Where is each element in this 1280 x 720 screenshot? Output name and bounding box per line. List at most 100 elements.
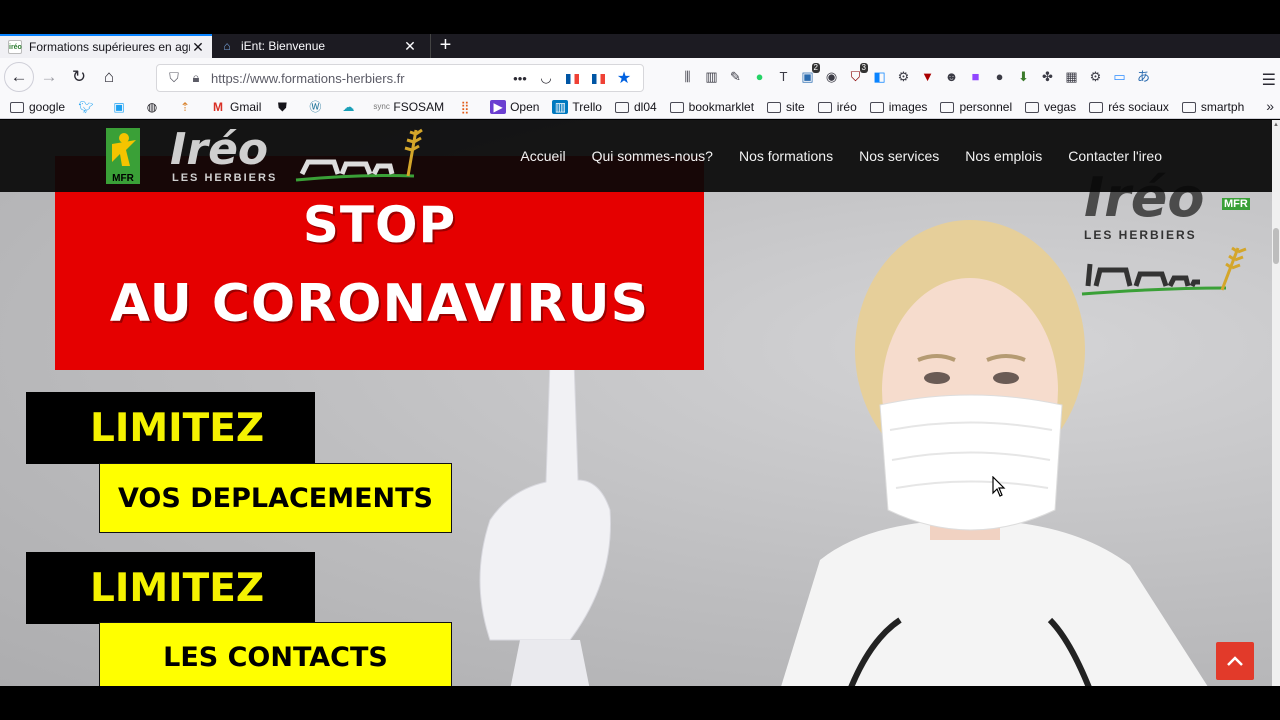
home-button[interactable]: ⌂ (94, 62, 124, 92)
bookmark-dl04[interactable]: dl04 (614, 100, 657, 114)
tab-ient[interactable]: ⌂ iEnt: Bienvenue ✕ (212, 34, 424, 58)
bookmark-label: iréo (836, 100, 857, 114)
close-icon[interactable]: ✕ (402, 38, 418, 55)
avatar-icon[interactable]: ● (988, 66, 1011, 88)
more-actions-icon[interactable]: ••• (507, 71, 533, 86)
bookmark-open[interactable]: ▶ Open (490, 100, 539, 114)
screen: iréo Formations supérieures en agri ✕ ⌂ … (0, 0, 1280, 720)
limitez-label: LIMITEZ (26, 552, 315, 624)
translate-icon[interactable]: あ (1132, 66, 1155, 88)
open-icon: ▶ (490, 100, 507, 114)
tab-formations[interactable]: iréo Formations supérieures en agri ✕ (0, 34, 212, 58)
animals-wheat-icon (295, 128, 423, 182)
page-scrollbar[interactable]: ▲ (1272, 120, 1280, 686)
bookmark-personnel[interactable]: personnel (940, 100, 1012, 114)
whatsapp-icon[interactable]: ● (748, 66, 771, 88)
url-input[interactable]: https://www.formations-herbiers.fr (207, 71, 507, 86)
shield-icon: ⛊ (277, 100, 287, 114)
bookmark-star-icon[interactable]: ★ (611, 68, 637, 88)
bookmark-chart[interactable]: ⇡ (177, 100, 197, 114)
flag-fr-icon[interactable] (559, 71, 585, 86)
twitch-icon[interactable]: ■ (964, 66, 987, 88)
scroll-to-top-button[interactable] (1216, 642, 1254, 680)
main-menu: Accueil Qui sommes-nous? Nos formations … (494, 148, 1162, 164)
site-header: MFR Iréo LES HERBIERS Accueil Qui sommes… (0, 120, 1272, 192)
bookmark-wordpress[interactable]: Ⓦ (307, 100, 327, 114)
folder-icon (10, 101, 24, 113)
bookmark-twitter[interactable]: 🐦︎ (78, 100, 98, 114)
url-bar[interactable]: ⛉ 🔒︎ https://www.formations-herbiers.fr … (156, 64, 644, 92)
bookmark-fsosam[interactable]: sync FSOSAM (373, 100, 444, 114)
contacts-label: LES CONTACTS (99, 622, 452, 686)
bookmark-smartph[interactable]: smartph (1181, 100, 1245, 114)
bookmark-site[interactable]: site (767, 100, 805, 114)
tab-label: Formations supérieures en agri (29, 40, 190, 54)
chevron-right-icon[interactable]: » (1266, 98, 1274, 114)
hamburger-menu-icon[interactable]: ☰ (1262, 70, 1276, 90)
bookmark-images[interactable]: images (869, 100, 928, 114)
tab-label: iEnt: Bienvenue (241, 39, 326, 53)
gear-icon[interactable]: ⚙ (1084, 66, 1107, 88)
folder-icon (1089, 101, 1104, 113)
privacy-icon[interactable]: ◉ (820, 66, 843, 88)
bookmark-twitter[interactable]: ▣ (111, 100, 131, 114)
extensions-toolbar: ⫼ ▥ ✎ ● T ▣ 2 ◉ ⛉ 3 ◧ ⚙ ▼ ☻ ■ ● ⬇ ✤ ▦ ⚙ ▭ … (676, 63, 1156, 88)
letterbox-top (0, 0, 1280, 34)
bookmark-gmail[interactable]: M Gmail (210, 100, 261, 114)
cloud-icon: ☁ (342, 100, 355, 114)
bookmark-bars[interactable]: ⣿ (457, 100, 477, 114)
bookmark-google[interactable]: google (10, 100, 65, 114)
bookmark-shield[interactable]: ⛊ (274, 100, 294, 114)
bookmark-label: smartph (1200, 100, 1245, 114)
shield-icon[interactable]: ⛉ (163, 70, 185, 86)
svg-text:MFR: MFR (112, 173, 134, 184)
site-logo[interactable]: MFR Iréo LES HERBIERS (104, 124, 434, 190)
vivaldi-icon[interactable]: ▼ (916, 66, 939, 88)
gmail-icon: M (213, 100, 224, 114)
twitter-icon: ▣ (113, 100, 125, 114)
menu-item-nos-emplois[interactable]: Nos emplois (965, 148, 1042, 164)
people-icon[interactable]: ☻ (940, 66, 963, 88)
menu-item-accueil[interactable]: Accueil (520, 148, 565, 164)
download-icon[interactable]: ⬇ (1012, 66, 1035, 88)
menu-item-contacter[interactable]: Contacter l'ireo (1068, 148, 1162, 164)
grid-icon[interactable]: ▦ (1060, 66, 1083, 88)
flag-fr-icon[interactable] (585, 71, 611, 86)
reload-button[interactable]: ↻ (64, 62, 94, 92)
forward-button[interactable]: → (34, 62, 64, 92)
bookmark-label: images (888, 100, 928, 114)
zoom-icon[interactable]: ▭ (1108, 66, 1131, 88)
settings-icon[interactable]: ⚙ (892, 66, 915, 88)
pocket-icon[interactable]: ◡ (533, 70, 559, 86)
extension-icon[interactable]: ▣ 2 (796, 63, 820, 88)
puzzle-icon[interactable]: ✤ (1036, 66, 1059, 88)
logo-subtitle: LES HERBIERS (172, 172, 278, 184)
bookmark-trello[interactable]: ▥ Trello (552, 100, 602, 114)
screenshot-icon[interactable]: ◧ (868, 66, 891, 88)
bookmark-bookmarklet[interactable]: bookmarklet (669, 100, 754, 114)
menu-item-qui-sommes-nous[interactable]: Qui sommes-nous? (592, 148, 713, 164)
wordpress-icon: Ⓦ (309, 100, 322, 114)
menu-item-nos-formations[interactable]: Nos formations (739, 148, 833, 164)
lock-icon[interactable]: 🔒︎ (185, 70, 207, 86)
scrollbar-thumb[interactable] (1273, 228, 1279, 264)
bookmark-label: Trello (572, 100, 602, 114)
ublock-icon[interactable]: ⛉ 3 (844, 63, 868, 88)
bookmark-globe[interactable]: ◍ (144, 100, 164, 114)
bookmark-ireo[interactable]: iréo (817, 100, 857, 114)
globe-icon: ◍ (146, 100, 158, 114)
scroll-up-arrow-icon[interactable]: ▲ (1272, 122, 1280, 128)
menu-item-nos-services[interactable]: Nos services (859, 148, 939, 164)
new-tab-button[interactable]: + (430, 34, 460, 58)
library-icon[interactable]: ⫼ (676, 66, 699, 88)
eyedropper-icon[interactable]: ✎ (724, 66, 747, 88)
bookmark-label: Open (510, 100, 540, 114)
bookmark-res-sociaux[interactable]: rés sociaux (1089, 100, 1169, 114)
logo-word: Iréo (170, 124, 269, 175)
close-icon[interactable]: ✕ (190, 39, 206, 56)
bookmark-cloud[interactable]: ☁ (340, 100, 360, 114)
bookmark-vegas[interactable]: vegas (1025, 100, 1076, 114)
text-icon[interactable]: T (772, 66, 795, 88)
back-button[interactable]: ← (4, 62, 34, 92)
sidebar-icon[interactable]: ▥ (700, 66, 723, 88)
